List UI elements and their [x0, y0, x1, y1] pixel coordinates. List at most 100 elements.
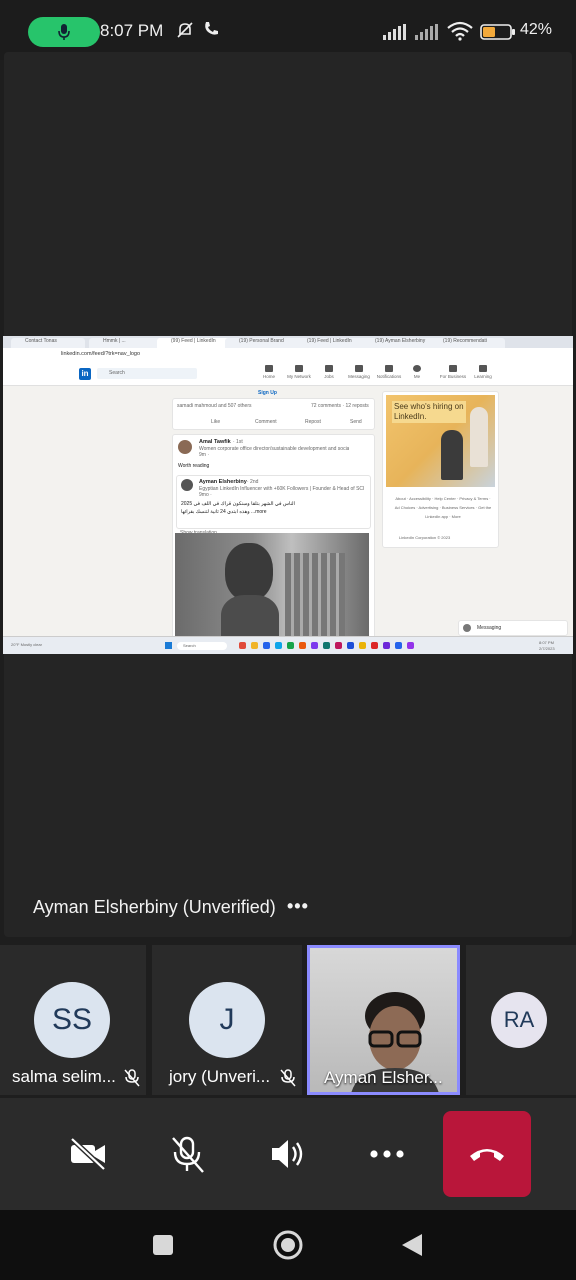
- linkedin-ad[interactable]: See who's hiring on LinkedIn. About · Ac…: [382, 391, 499, 548]
- taskbar-app-icon[interactable]: [311, 642, 318, 649]
- messaging-bar[interactable]: Messaging: [458, 620, 568, 636]
- taskbar-search[interactable]: Search: [177, 642, 227, 650]
- send-button[interactable]: Send: [350, 419, 362, 425]
- nav-home[interactable]: Home: [255, 365, 283, 379]
- browser-address-bar[interactable]: linkedin.com/feed/?trk=nav_logo: [3, 348, 573, 362]
- nav-me[interactable]: Me: [403, 365, 431, 379]
- taskbar-app-icon[interactable]: [323, 642, 330, 649]
- camera-toggle-button[interactable]: [68, 1134, 108, 1174]
- post-author[interactable]: Amal Tawfik: [199, 439, 231, 445]
- shared-degree: · 2nd: [247, 479, 259, 485]
- browser-tab[interactable]: (19) Feed | LinkedIn: [293, 338, 369, 348]
- mic-off-icon: [172, 1136, 204, 1173]
- back-button[interactable]: [400, 1232, 424, 1258]
- address-url: linkedin.com/feed/?trk=nav_logo: [61, 351, 141, 357]
- repost-button[interactable]: Repost: [305, 419, 321, 425]
- avatar: SS: [34, 982, 110, 1058]
- browser-tab[interactable]: Contact Tonas: [11, 338, 85, 348]
- windows-taskbar: 20°F Mostly clear Search 8:07 PM 2/7/202…: [3, 636, 573, 654]
- mic-toggle-button[interactable]: [167, 1134, 207, 1174]
- weather-widget[interactable]: 20°F Mostly clear: [11, 642, 42, 647]
- battery-percent: 42%: [520, 21, 553, 38]
- taskbar-app-icon[interactable]: [263, 642, 270, 649]
- reactions-count[interactable]: samadi mahmoud and 507 others: [177, 403, 252, 409]
- mute-notifications-icon: [177, 22, 193, 38]
- speaker-more-options-button[interactable]: •••: [287, 896, 309, 917]
- linkedin-copyright: LinkedIn Corporation © 2023: [399, 535, 451, 540]
- browser-tabs: Contact Tonas Hmmk | ... (99) Feed | Lin…: [3, 336, 573, 348]
- participant-name: jory (Unveri...: [169, 1067, 271, 1086]
- post-photo[interactable]: [175, 533, 369, 637]
- windows-start-icon[interactable]: [165, 642, 172, 649]
- linkedin-search[interactable]: Search: [97, 368, 197, 379]
- ad-image: See who's hiring on LinkedIn.: [386, 395, 495, 487]
- taskbar-app-icon[interactable]: [359, 642, 366, 649]
- taskbar-app-icon[interactable]: [407, 642, 414, 649]
- call-controls: [0, 1098, 576, 1210]
- taskbar-app-icon[interactable]: [383, 642, 390, 649]
- shared-screen: Contact Tonas Hmmk | ... (99) Feed | Lin…: [3, 336, 573, 654]
- speaker-button[interactable]: [268, 1134, 308, 1174]
- nav-messaging[interactable]: Messaging: [345, 365, 373, 379]
- shared-author-avatar: [181, 479, 193, 491]
- taskbar-app-icon[interactable]: [275, 642, 282, 649]
- battery-icon: [480, 24, 515, 40]
- browser-tab-active[interactable]: (99) Feed | LinkedIn: [157, 338, 233, 348]
- avatar: RA: [491, 992, 547, 1048]
- participant-tile[interactable]: SS salma selim...: [0, 945, 146, 1095]
- participant-tile[interactable]: RA: [466, 945, 576, 1095]
- sign-up-link[interactable]: Sign Up: [258, 390, 277, 396]
- post-headline: Women corporate office director/sustaina…: [199, 446, 349, 452]
- signal-icon: [383, 24, 406, 40]
- taskbar-app-icon[interactable]: [299, 642, 306, 649]
- author-avatar[interactable]: [178, 440, 192, 454]
- ad-footer-links[interactable]: About · Accessibility · Help Center · Pr…: [393, 494, 493, 521]
- comment-button[interactable]: Comment: [255, 419, 277, 425]
- active-speaker-name: Ayman Elsherbiny (Unverified): [33, 897, 276, 917]
- taskbar-app-icon[interactable]: [239, 642, 246, 649]
- shared-time: 9mo ·: [199, 492, 212, 498]
- browser-tab[interactable]: Hmmk | ...: [89, 338, 163, 348]
- like-button[interactable]: Like: [211, 419, 220, 425]
- participant-name: salma selim...: [12, 1067, 116, 1086]
- android-nav-bar: [0, 1210, 576, 1280]
- mic-active-indicator[interactable]: [28, 17, 100, 47]
- taskbar-app-icon[interactable]: [251, 642, 258, 649]
- avatar: J: [189, 982, 265, 1058]
- more-options-button[interactable]: [367, 1134, 407, 1174]
- participant-tile[interactable]: J jory (Unveri...: [152, 945, 302, 1095]
- signal-icon-2: [415, 24, 438, 40]
- taskbar-app-icon[interactable]: [347, 642, 354, 649]
- comments-count[interactable]: 72 comments · 12 reposts: [311, 403, 369, 409]
- mic-off-icon: [280, 1069, 296, 1087]
- status-time: 8:07 PM: [100, 21, 164, 40]
- browser-tab[interactable]: (19) Recommendati: [429, 338, 505, 348]
- hang-up-button[interactable]: [443, 1111, 531, 1197]
- home-button[interactable]: [272, 1229, 304, 1261]
- taskbar-app-icon[interactable]: [371, 642, 378, 649]
- participant-tile-active[interactable]: Ayman Elsher...: [307, 945, 460, 1095]
- taskbar-time: 8:07 PM: [539, 640, 554, 645]
- mic-off-icon: [124, 1069, 140, 1087]
- more-icon: [370, 1150, 404, 1158]
- nav-my-network[interactable]: My Network: [285, 365, 313, 379]
- browser-tab[interactable]: (19) Ayman Elsherbiny: [361, 338, 437, 348]
- nav-learning[interactable]: Learning: [469, 365, 497, 379]
- recents-button[interactable]: [152, 1234, 174, 1256]
- nav-jobs[interactable]: Jobs: [315, 365, 343, 379]
- nav-notifications[interactable]: Notifications: [375, 365, 403, 379]
- browser-tab[interactable]: (19) Personal Brand: [225, 338, 301, 348]
- linkedin-logo[interactable]: in: [79, 368, 91, 380]
- taskbar-app-icon[interactable]: [395, 642, 402, 649]
- messaging-label: Messaging: [477, 625, 502, 631]
- speaker-icon: [272, 1140, 303, 1168]
- hang-up-icon: [470, 1149, 504, 1161]
- status-bar: 8:07 PM 42%: [0, 0, 576, 60]
- taskbar-app-icon[interactable]: [335, 642, 342, 649]
- nav-for-business[interactable]: For Business: [439, 365, 467, 379]
- taskbar-app-icon[interactable]: [287, 642, 294, 649]
- shared-text-line-1: الناس في الشهر بتلقا وسنكون قراك في اللف…: [181, 501, 295, 507]
- shared-post[interactable]: Ayman Elsherbiny · 2nd Egyptian LinkedIn…: [176, 475, 371, 529]
- shared-text-line-2: وهذه ابتدي 24 ثانية لتنسك بقرائها ...mor…: [181, 509, 267, 515]
- shared-author[interactable]: Ayman Elsherbiny: [199, 479, 247, 485]
